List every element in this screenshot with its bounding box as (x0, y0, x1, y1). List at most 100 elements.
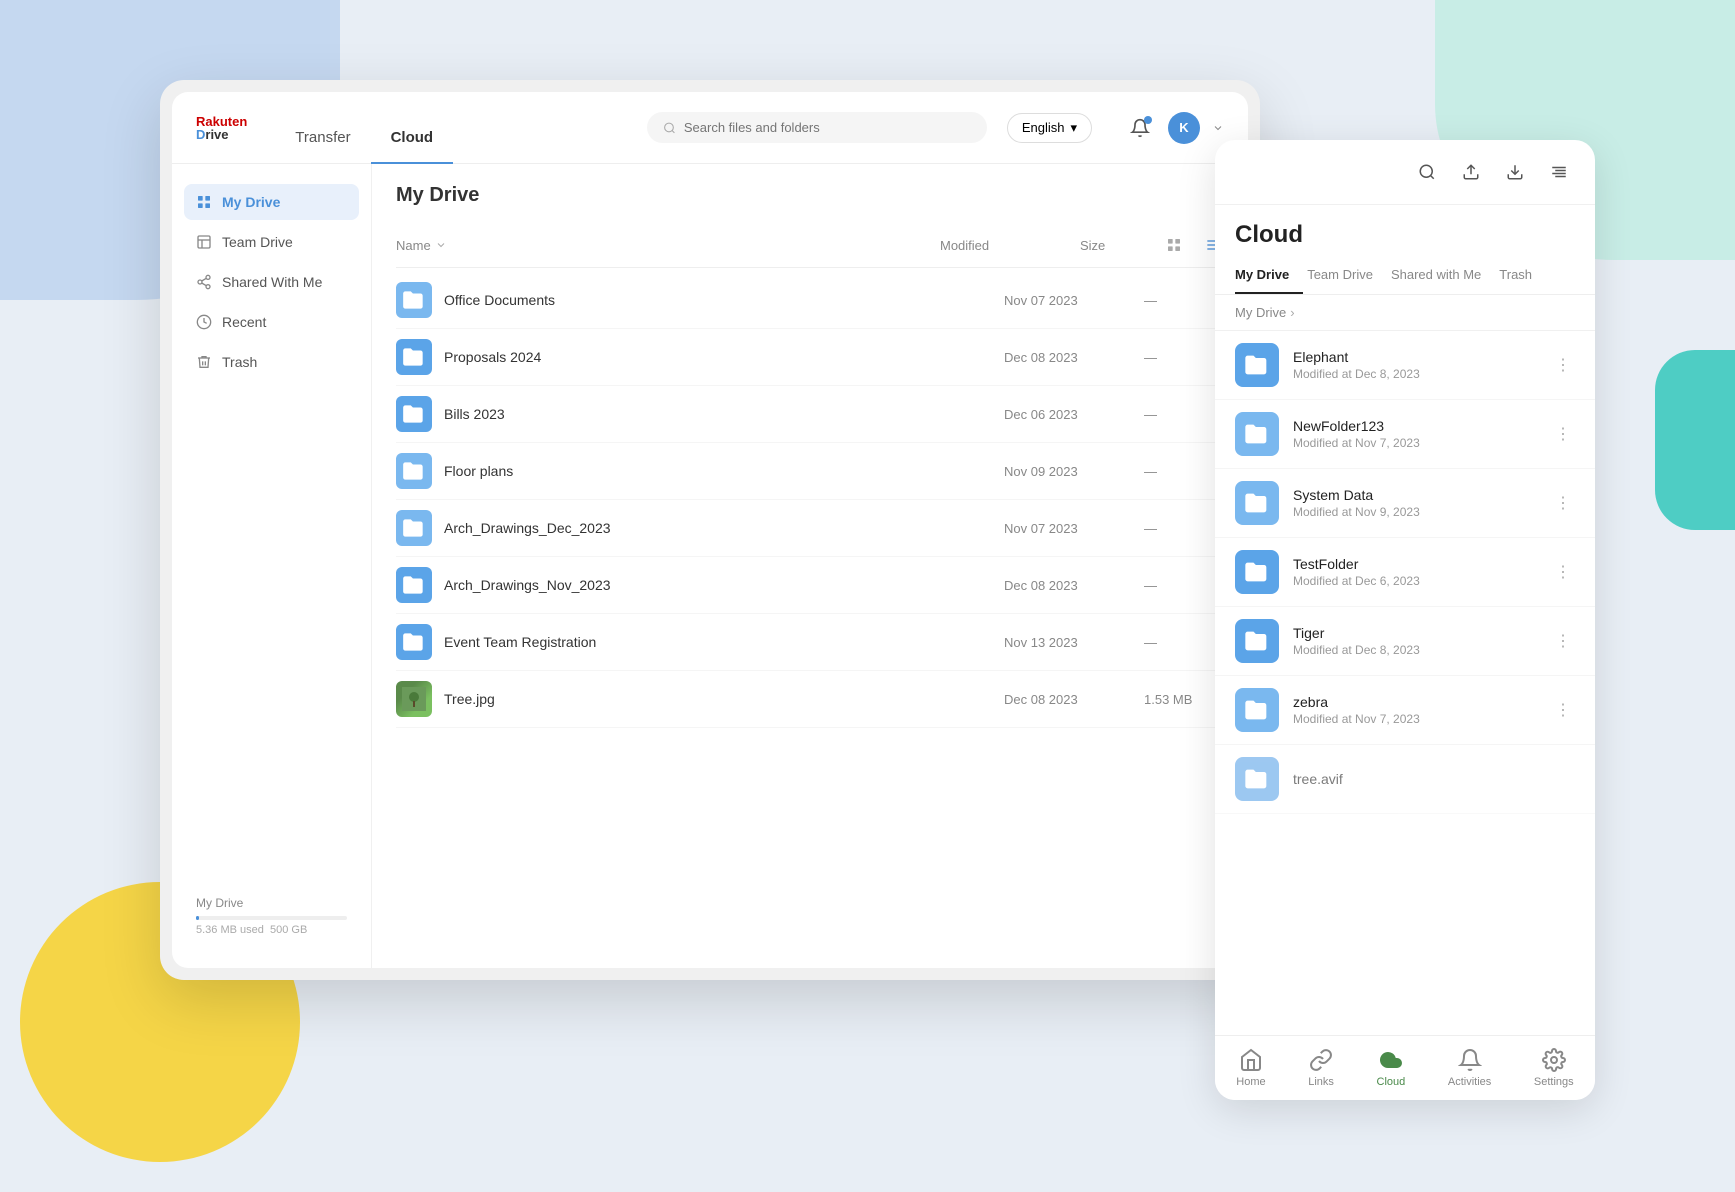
rp-tab-trash[interactable]: Trash (1499, 257, 1546, 294)
sidebar-item-label: Team Drive (222, 234, 293, 250)
more-options-button[interactable]: ⋮ (1551, 353, 1575, 377)
file-name: zebra (1293, 694, 1551, 710)
sort-button[interactable] (1543, 156, 1575, 188)
sidebar: My Drive Team Drive Shared With Me (172, 164, 372, 968)
list-item[interactable]: NewFolder123 Modified at Nov 7, 2023 ⋮ (1215, 400, 1595, 469)
language-button[interactable]: English ▾ (1007, 113, 1092, 143)
list-item[interactable]: zebra Modified at Nov 7, 2023 ⋮ (1215, 676, 1595, 745)
nav-links-label: Links (1308, 1076, 1334, 1088)
file-name: tree.avif (1293, 771, 1575, 787)
file-size: — (1144, 635, 1224, 650)
search-input[interactable] (684, 120, 971, 135)
storage-bar-fill (196, 916, 199, 920)
laptop-screen: Rakuten DDriverive Transfer Cloud Englis… (172, 92, 1248, 968)
file-name: System Data (1293, 487, 1551, 503)
sidebar-item-my-drive[interactable]: My Drive (184, 184, 359, 220)
trash-icon (196, 354, 212, 370)
list-item[interactable]: Elephant Modified at Dec 8, 2023 ⋮ (1215, 331, 1595, 400)
sidebar-item-shared-with-me[interactable]: Shared With Me (184, 264, 359, 300)
nav-settings-label: Settings (1534, 1076, 1574, 1088)
table-row[interactable]: Arch_Drawings_Dec_2023 Nov 07 2023 — (396, 500, 1224, 557)
file-name: Office Documents (444, 292, 1004, 308)
rp-tab-team-drive[interactable]: Team Drive (1307, 257, 1387, 294)
folder-shared-icon (396, 453, 432, 489)
file-date: Modified at Nov 7, 2023 (1293, 436, 1551, 450)
table-row[interactable]: Floor plans Nov 09 2023 — (396, 443, 1224, 500)
rp-tab-my-drive[interactable]: My Drive (1235, 257, 1303, 294)
more-options-button[interactable]: ⋮ (1551, 422, 1575, 446)
user-avatar[interactable]: K (1168, 112, 1200, 144)
settings-icon (1542, 1048, 1566, 1072)
rp-tab-shared-with-me[interactable]: Shared with Me (1391, 257, 1495, 294)
nav-tabs: Transfer Cloud (275, 92, 453, 163)
list-item[interactable]: TestFolder Modified at Dec 6, 2023 ⋮ (1215, 538, 1595, 607)
activities-bell-icon (1458, 1048, 1482, 1072)
upload-folder-button[interactable] (1455, 156, 1487, 188)
table-row[interactable]: Event Team Registration Nov 13 2023 — (396, 614, 1224, 671)
nav-cloud-label: Cloud (1377, 1076, 1406, 1088)
file-name: Tiger (1293, 625, 1551, 641)
file-size: — (1144, 350, 1224, 365)
file-info: Elephant Modified at Dec 8, 2023 (1293, 349, 1551, 381)
more-options-button[interactable]: ⋮ (1551, 698, 1575, 722)
folder-icon (1235, 619, 1279, 663)
file-name: Elephant (1293, 349, 1551, 365)
sidebar-item-team-drive[interactable]: Team Drive (184, 224, 359, 260)
more-options-button[interactable]: ⋮ (1551, 560, 1575, 584)
right-panel: Cloud My Drive Team Drive Shared with Me… (1215, 140, 1595, 1100)
table-row[interactable]: Office Documents Nov 07 2023 — (396, 272, 1224, 329)
table-row[interactable]: Arch_Drawings_Nov_2023 Dec 08 2023 — (396, 557, 1224, 614)
breadcrumb-root[interactable]: My Drive (1235, 305, 1286, 320)
table-row[interactable]: Proposals 2024 Dec 08 2023 — (396, 329, 1224, 386)
sidebar-item-recent[interactable]: Recent (184, 304, 359, 340)
file-name: NewFolder123 (1293, 418, 1551, 434)
folder-icon (1235, 550, 1279, 594)
search-bar[interactable] (647, 112, 987, 143)
notification-bell[interactable] (1124, 112, 1156, 144)
nav-home[interactable]: Home (1236, 1048, 1265, 1088)
file-info: NewFolder123 Modified at Nov 7, 2023 (1293, 418, 1551, 450)
table-row[interactable]: Bills 2023 Dec 06 2023 — (396, 386, 1224, 443)
file-modified: Nov 07 2023 (1004, 521, 1144, 536)
file-date: Modified at Dec 8, 2023 (1293, 367, 1551, 381)
table-row[interactable]: Tree.jpg Dec 08 2023 1.53 MB (396, 671, 1224, 728)
file-modified: Nov 07 2023 (1004, 293, 1144, 308)
tab-cloud[interactable]: Cloud (371, 129, 454, 164)
file-size: — (1144, 407, 1224, 422)
chevron-down-icon (1212, 122, 1224, 134)
folder-icon (396, 339, 432, 375)
file-modified: Nov 09 2023 (1004, 464, 1144, 479)
more-options-button[interactable]: ⋮ (1551, 491, 1575, 515)
file-info: System Data Modified at Nov 9, 2023 (1293, 487, 1551, 519)
nav-settings[interactable]: Settings (1534, 1048, 1574, 1088)
more-options-button[interactable]: ⋮ (1551, 629, 1575, 653)
list-item[interactable]: System Data Modified at Nov 9, 2023 ⋮ (1215, 469, 1595, 538)
laptop-frame: Rakuten DDriverive Transfer Cloud Englis… (160, 80, 1260, 980)
list-item[interactable]: tree.avif (1215, 745, 1595, 814)
file-info: Tiger Modified at Dec 8, 2023 (1293, 625, 1551, 657)
right-panel-title: Cloud (1215, 205, 1595, 257)
right-panel-toolbar (1215, 140, 1595, 205)
storage-usage: 5.36 MB used 500 GB (196, 924, 347, 936)
main-content: My Drive Team Drive Shared With Me (172, 164, 1248, 968)
list-item[interactable]: Tiger Modified at Dec 8, 2023 ⋮ (1215, 607, 1595, 676)
folder-shared-icon (1235, 412, 1279, 456)
tab-transfer[interactable]: Transfer (275, 129, 370, 164)
download-button[interactable] (1499, 156, 1531, 188)
top-right: K (1124, 112, 1224, 144)
sidebar-item-label: Recent (222, 314, 266, 330)
right-panel-tabs: My Drive Team Drive Shared with Me Trash (1215, 257, 1595, 295)
nav-links[interactable]: Links (1308, 1048, 1334, 1088)
folder-icon (1235, 343, 1279, 387)
share-icon (196, 274, 212, 290)
nav-cloud[interactable]: Cloud (1377, 1048, 1406, 1088)
grid-view-button[interactable] (1160, 231, 1188, 259)
logo: Rakuten DDriverive (196, 115, 247, 141)
nav-activities[interactable]: Activities (1448, 1048, 1491, 1088)
sidebar-item-trash[interactable]: Trash (184, 344, 359, 380)
notification-dot (1144, 116, 1152, 124)
sidebar-item-label: My Drive (222, 194, 280, 210)
file-size: — (1144, 578, 1224, 593)
storage-info: My Drive 5.36 MB used 500 GB (184, 884, 359, 948)
search-button[interactable] (1411, 156, 1443, 188)
